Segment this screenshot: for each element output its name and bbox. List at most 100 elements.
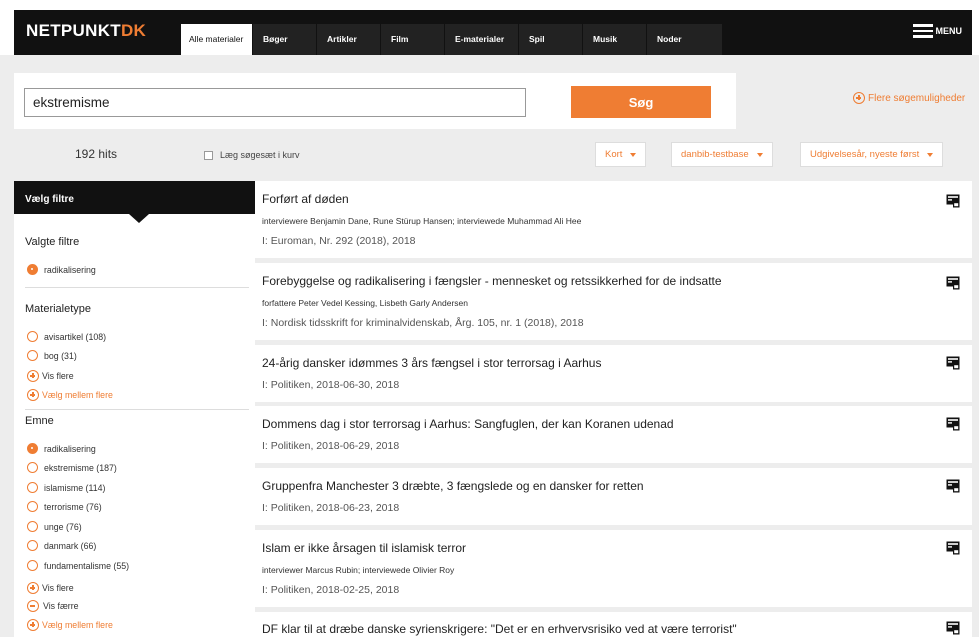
tab-musik[interactable]: Musik — [583, 24, 647, 55]
choose-between-label: Vælg mellem flere — [42, 620, 113, 630]
plus-circle-icon — [853, 92, 865, 104]
newspaper-icon[interactable] — [946, 417, 960, 431]
plus-circle-icon — [27, 619, 39, 631]
result-source: I: Euroman, Nr. 292 (2018), 2018 — [262, 235, 416, 247]
filter-emne-fundamentalisme[interactable]: fundamentalisme (55) — [27, 560, 129, 571]
more-search-options-label: Flere søgemuligheder — [868, 92, 966, 104]
result-authors: interviewere Benjamin Dane, Rune Stürup … — [262, 216, 582, 226]
filter-label: avisartikel (108) — [44, 331, 107, 342]
tab-e-materialer[interactable]: E-materialer — [445, 24, 519, 55]
result-title[interactable]: Forebyggelse og radikalisering i fængsle… — [262, 274, 722, 288]
divider — [25, 409, 249, 410]
search-input[interactable] — [24, 88, 526, 117]
search-button[interactable]: Søg — [571, 86, 711, 118]
result-title[interactable]: Islam er ikke årsagen til islamisk terro… — [262, 541, 466, 555]
radio-selected-icon — [27, 443, 38, 454]
filter-emne-terrorisme[interactable]: terrorisme (76) — [27, 501, 102, 512]
result-source: I: Politiken, 2018-06-30, 2018 — [262, 379, 400, 391]
basket-checkbox[interactable] — [204, 150, 213, 160]
filter-label: radikalisering — [44, 264, 96, 275]
selected-filter-radikalisering[interactable]: radikalisering — [27, 264, 96, 275]
chevron-down-icon — [756, 152, 763, 157]
tab-alle-materialer[interactable]: Alle materialer — [181, 24, 253, 55]
newspaper-icon[interactable] — [946, 621, 960, 635]
menu-button[interactable]: MENU — [912, 24, 963, 38]
result-item[interactable]: Forebyggelse og radikalisering i fængsle… — [255, 263, 972, 340]
result-item[interactable]: Islam er ikke årsagen til islamisk terro… — [255, 530, 972, 607]
filter-sidebar: Vælg filtre Valgte filtre radikalisering… — [14, 181, 255, 637]
filter-label: islamisme (114) — [44, 482, 106, 493]
tab-boger[interactable]: Bøger — [253, 24, 317, 55]
divider — [25, 287, 249, 288]
tab-film[interactable]: Film — [381, 24, 445, 55]
database-value: danbib-testbase — [681, 149, 749, 160]
filter-label: unge (76) — [44, 521, 82, 532]
filter-sidebar-header[interactable]: Vælg filtre — [14, 181, 255, 223]
menu-label: MENU — [935, 26, 963, 36]
view-format-dropdown[interactable]: Kort — [595, 142, 647, 167]
filter-label: radikalisering — [44, 443, 96, 454]
result-title[interactable]: 24-årig dansker idømmes 3 års fængsel i … — [262, 356, 601, 370]
filter-emne-islamisme[interactable]: islamisme (114) — [27, 482, 105, 493]
filter-emne-radikalisering[interactable]: radikalisering — [27, 443, 96, 454]
chevron-down-icon — [630, 152, 637, 157]
materialtype-show-more[interactable]: Vis flere — [27, 370, 74, 382]
newspaper-icon[interactable] — [946, 276, 960, 290]
result-title[interactable]: Forført af døden — [262, 192, 349, 206]
add-to-basket-control[interactable]: Læg søgesæt i kurv — [204, 150, 300, 160]
filter-emne-danmark[interactable]: danmark (66) — [27, 540, 96, 551]
show-less-label: Vis færre — [43, 601, 79, 611]
result-source: I: Nordisk tidsskrift for kriminalvidens… — [262, 317, 584, 329]
result-item[interactable]: Forført af døden interviewere Benjamin D… — [255, 181, 972, 258]
radio-icon — [27, 540, 38, 551]
emne-choose-between[interactable]: Vælg mellem flere — [27, 619, 113, 631]
radio-icon — [27, 331, 38, 342]
sort-value: Udgivelsesår, nyeste først — [810, 149, 920, 160]
result-item[interactable]: Dommens dag i stor terrorsag i Aarhus: S… — [255, 406, 972, 463]
selected-filters-title: Valgte filtre — [25, 236, 80, 248]
result-title[interactable]: Gruppenfra Manchester 3 dræbte, 3 fængsl… — [262, 479, 644, 493]
result-item[interactable]: DF klar til at dræbe danske syrienskrige… — [255, 612, 972, 637]
result-title[interactable]: Dommens dag i stor terrorsag i Aarhus: S… — [262, 417, 674, 431]
newspaper-icon[interactable] — [946, 479, 960, 493]
basket-label: Læg søgesæt i kurv — [220, 150, 300, 160]
radio-icon — [27, 350, 38, 361]
radio-selected-icon — [27, 264, 38, 275]
choose-between-label: Vælg mellem flere — [42, 390, 113, 400]
database-dropdown[interactable]: danbib-testbase — [671, 142, 773, 167]
result-title[interactable]: DF klar til at dræbe danske syrienskrige… — [262, 622, 737, 636]
emne-title: Emne — [25, 415, 54, 427]
chevron-down-icon — [927, 152, 934, 157]
result-authors: forfattere Peter Vedel Kessing, Lisbeth … — [262, 298, 469, 308]
radio-icon — [27, 462, 38, 473]
newspaper-icon[interactable] — [946, 541, 960, 555]
filter-emne-unge[interactable]: unge (76) — [27, 521, 82, 532]
filter-bog[interactable]: bog (31) — [27, 350, 77, 361]
sort-dropdown[interactable]: Udgivelsesår, nyeste først — [800, 142, 944, 167]
result-source: I: Politiken, 2018-02-25, 2018 — [262, 584, 400, 596]
tab-artikler[interactable]: Artikler — [317, 24, 381, 55]
result-item[interactable]: Gruppenfra Manchester 3 dræbte, 3 fængsl… — [255, 468, 972, 525]
materialtype-choose-between[interactable]: Vælg mellem flere — [27, 389, 113, 401]
more-search-options-link[interactable]: Flere søgemuligheder — [853, 92, 965, 104]
newspaper-icon[interactable] — [946, 194, 960, 208]
tab-noder[interactable]: Noder — [647, 24, 723, 55]
plus-circle-icon — [27, 389, 39, 401]
emne-show-more[interactable]: Vis flere — [27, 582, 74, 594]
show-more-label: Vis flere — [42, 371, 74, 381]
plus-circle-icon — [27, 370, 39, 382]
logo-text-main: NETPUNKT — [26, 21, 121, 40]
hit-count: 192 hits — [75, 147, 118, 161]
emne-show-less[interactable]: Vis færre — [27, 600, 79, 612]
tab-spil[interactable]: Spil — [519, 24, 583, 55]
netpunkt-logo[interactable]: NETPUNKTDK — [26, 21, 146, 41]
result-item[interactable]: 24-årig dansker idømmes 3 års fængsel i … — [255, 345, 972, 402]
search-panel: Søg — [14, 73, 736, 129]
radio-icon — [27, 560, 38, 571]
newspaper-icon[interactable] — [946, 356, 960, 370]
filter-avisartikel[interactable]: avisartikel (108) — [27, 331, 106, 342]
top-navigation-inner: NETPUNKTDK Alle materialer Bøger Artikle… — [14, 10, 972, 55]
view-format-value: Kort — [605, 149, 623, 160]
filter-label: terrorisme (76) — [44, 501, 102, 512]
filter-emne-ekstremisme[interactable]: ekstremisme (187) — [27, 462, 117, 473]
